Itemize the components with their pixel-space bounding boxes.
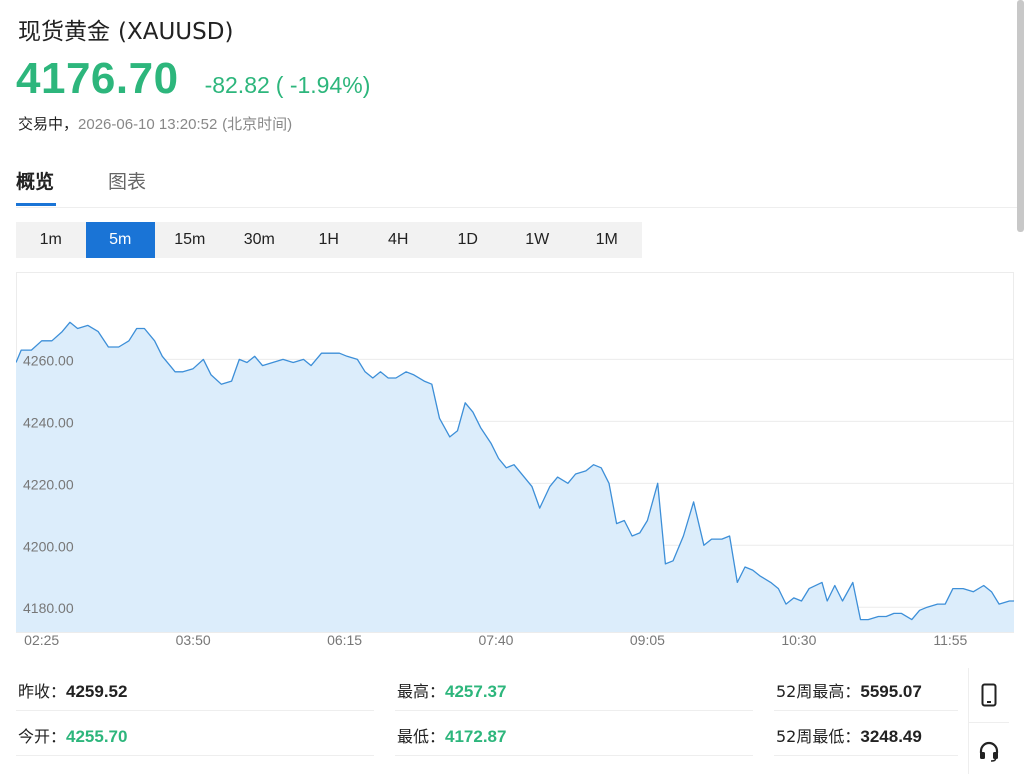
divider [969,722,1009,723]
stat-52w-high: 52周最高：5595.07 [776,678,922,702]
period-1h[interactable]: 1H [294,222,364,258]
stat-value: 4255.70 [66,727,128,746]
x-tick-label: 10:30 [781,632,816,648]
period-1w[interactable]: 1W [503,222,573,258]
divider [16,755,374,756]
x-tick-label: 06:15 [327,632,362,648]
stat-value: 5595.07 [860,682,922,701]
instrument-symbol: (XAUUSD) [118,19,234,45]
price-row: 4176.70 -82.82( -1.94%) [16,54,370,104]
stat-value: 4259.52 [66,682,128,701]
price-chart[interactable]: 4180.00 4200.00 4220.00 4240.00 4260.00 02:25… [16,272,1014,658]
last-price: 4176.70 [16,54,179,103]
tab-chart[interactable]: 图表 [108,167,146,194]
x-tick-label: 02:25 [24,632,59,648]
status-timestamp: 2026-06-10 13:20:52 [78,116,218,133]
mobile-phone-icon[interactable] [973,679,1005,711]
change-value: -82.82 [204,72,270,98]
x-tick-label: 09:05 [630,632,665,648]
period-1d[interactable]: 1D [433,222,503,258]
stat-label: 今开： [18,727,67,746]
x-tick-label: 03:50 [176,632,211,648]
divider [774,755,958,756]
stat-prev-close: 昨收：4259.52 [18,678,127,702]
instrument-name: 现货黄金 [18,19,110,45]
divider [16,710,374,711]
stat-high: 最高：4257.37 [397,678,506,702]
y-tick-label: 4200.00 [23,538,74,554]
period-1mo[interactable]: 1M [572,222,642,258]
status-timezone: (北京时间) [222,116,293,133]
divider [395,755,753,756]
stat-value: 4172.87 [445,727,507,746]
period-5m[interactable]: 5m [85,222,155,258]
stat-low: 最低：4172.87 [397,723,506,747]
page-scrollbar[interactable] [1017,0,1024,232]
stat-value: 4257.37 [445,682,507,701]
period-selector: 1m 5m 15m 30m 1H 4H 1D 1W 1M [16,222,642,258]
stat-label: 最高： [397,682,446,701]
tab-bar: 概览 图表 [16,165,1024,208]
stat-label: 最低： [397,727,446,746]
side-toolbar [968,668,1009,774]
trading-status: 交易中，2026-06-10 13:20:52 (北京时间) [18,113,292,134]
page-title: 现货黄金 (XAUUSD) [18,12,233,46]
stat-open: 今开：4255.70 [18,723,127,747]
tab-overview[interactable]: 概览 [16,167,54,194]
stat-value: 3248.49 [860,727,922,746]
stat-label: 52周最高： [776,682,861,701]
divider [774,710,958,711]
x-tick-label: 11:55 [933,632,967,648]
stat-label: 52周最低： [776,727,861,746]
period-4h[interactable]: 4H [364,222,434,258]
period-1m[interactable]: 1m [16,222,86,258]
status-text: 交易中， [18,115,79,133]
headset-icon[interactable] [973,735,1005,767]
price-chart-svg: 4180.00 4200.00 4220.00 4240.00 4260.00 02:25… [16,272,1014,648]
divider [395,710,753,711]
period-30m[interactable]: 30m [225,222,295,258]
change-percent: ( -1.94%) [275,72,371,98]
y-tick-label: 4240.00 [23,414,74,430]
stats-panel: 昨收：4259.52 最高：4257.37 52周最高：5595.07 今开：4… [0,666,960,774]
x-tick-label: 07:40 [478,632,513,648]
active-tab-indicator [16,203,56,206]
price-change: -82.82( -1.94%) [205,72,371,99]
y-tick-label: 4260.00 [23,352,74,368]
period-15m[interactable]: 15m [155,222,225,258]
y-tick-label: 4180.00 [23,600,74,616]
y-tick-label: 4220.00 [23,476,74,492]
stat-label: 昨收： [18,682,67,701]
stat-52w-low: 52周最低：3248.49 [776,723,922,747]
